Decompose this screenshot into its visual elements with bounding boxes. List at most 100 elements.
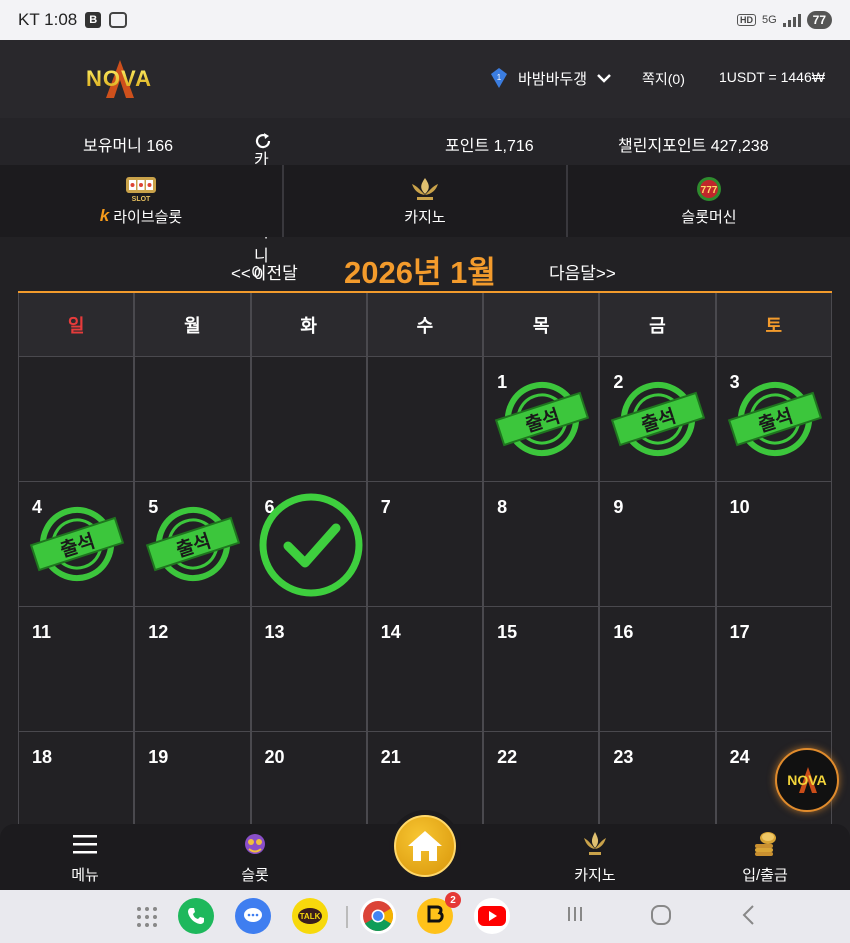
attendance-stamp-icon: 출석: [494, 382, 590, 456]
level-badge-icon: 1: [491, 68, 507, 88]
tab-live-slot[interactable]: SLOT k 라이브슬롯: [0, 165, 284, 237]
network-type: 5G: [761, 14, 777, 26]
nav-slot[interactable]: 슬롯: [210, 830, 300, 885]
home-button[interactable]: [389, 810, 461, 882]
calendar-empty-cell: [18, 357, 135, 482]
calendar-day[interactable]: 7: [366, 482, 484, 607]
calendar-day[interactable]: 8: [483, 482, 600, 607]
casino-money: 카지노머니 0: [254, 132, 272, 283]
chevron-down-icon: [597, 74, 611, 83]
day-number: 13: [264, 622, 285, 642]
day-number: 10: [729, 497, 750, 517]
notification-badge: 2: [445, 892, 461, 908]
calendar-day[interactable]: 1 출석: [483, 357, 600, 482]
recent-apps-icon[interactable]: [565, 904, 585, 924]
weekday-label: 금: [599, 293, 716, 357]
calendar-day[interactable]: 12: [134, 607, 251, 732]
battery-level: 77: [806, 11, 832, 29]
777-slot-icon: 777: [697, 176, 721, 201]
nav-label: 입/출금: [742, 867, 788, 884]
messages-icon[interactable]: [235, 898, 271, 934]
money-bar: 보유머니 166 카지노머니 0 포인트 1,716 챌린지포인트 427,23…: [0, 118, 850, 283]
day-number: 9: [613, 497, 624, 517]
nav-label: 슬롯: [241, 867, 269, 884]
weekday-label: 월: [134, 293, 251, 357]
tab-label: 카지노: [404, 208, 446, 226]
hamburger-icon: [73, 835, 97, 854]
nav-deposit[interactable]: 입/출금: [720, 830, 810, 885]
app-drawer-icon[interactable]: [136, 906, 158, 928]
kakaotalk-icon[interactable]: TALK: [292, 898, 328, 934]
point: 포인트 1,716: [445, 138, 534, 155]
day-number: 18: [32, 747, 53, 767]
calendar-day[interactable]: 14: [366, 607, 484, 732]
calendar-empty-cell: [134, 357, 251, 482]
tab-slot-machine[interactable]: 777 슬롯머신: [568, 165, 850, 237]
usdt-rate: 1USDT = 1446₩: [719, 69, 825, 85]
calendar-day[interactable]: 4 출석: [18, 482, 135, 607]
attendance-stamp-icon: 출석: [727, 382, 822, 456]
b-notification-icon: B: [85, 12, 102, 28]
prev-month-button[interactable]: <<이전달: [231, 259, 298, 284]
youtube-icon[interactable]: [474, 898, 510, 934]
chrome-icon[interactable]: [360, 898, 396, 934]
username: 바밤바두갱: [518, 70, 588, 88]
calendar-day[interactable]: 17: [715, 607, 832, 732]
calendar-day[interactable]: 2 출석: [599, 357, 716, 482]
day-number: 21: [380, 747, 401, 767]
home-icon: [408, 831, 442, 861]
nav-casino[interactable]: 카지노: [550, 830, 640, 885]
b-app-icon[interactable]: 2: [417, 892, 461, 934]
svg-text:777: 777: [701, 185, 718, 196]
phone-icon[interactable]: [178, 898, 214, 934]
calendar-day[interactable]: 5 출석: [134, 482, 251, 607]
calendar-day[interactable]: 9: [599, 482, 716, 607]
home-nav-icon[interactable]: [650, 904, 672, 926]
attendance-calendar: 일월화수목금토 1 출석 2 출석 3 출석 4 출석 5 출석 6 7 8 9 10 11 12 13 14 15 1…: [18, 291, 832, 857]
calendar-day[interactable]: 10: [715, 482, 832, 607]
svg-text:TALK: TALK: [300, 912, 321, 921]
user-menu[interactable]: 1 바밤바두갱: [490, 67, 611, 89]
calendar-day[interactable]: 3 출석: [715, 357, 832, 482]
weekday-label: 목: [483, 293, 600, 357]
challenge-point: 챌린지포인트 427,238: [618, 138, 769, 155]
svg-text:NOVA: NOVA: [86, 66, 152, 91]
calendar-day[interactable]: 15: [483, 607, 600, 732]
calendar-empty-cell: [250, 357, 367, 482]
floating-logo-button[interactable]: NOVA: [775, 748, 839, 812]
weekday-label: 일: [18, 293, 135, 357]
tab-casino[interactable]: 카지노: [284, 165, 568, 237]
nova-logo[interactable]: NOVA: [74, 54, 164, 104]
svg-text:NOVA: NOVA: [787, 772, 826, 788]
k-mark-icon: k: [99, 206, 110, 225]
calendar-empty-cell: [366, 357, 484, 482]
attendance-stamp-icon: 출석: [29, 507, 125, 581]
day-number: 19: [148, 747, 169, 767]
next-month-button[interactable]: 다음달>>: [549, 259, 616, 284]
day-number: 20: [264, 747, 285, 767]
carrier-time: KT 1:08: [18, 10, 78, 29]
messages-link[interactable]: 쪽지(0): [642, 69, 685, 89]
calendar-day[interactable]: 16: [599, 607, 716, 732]
tab-label: 슬롯머신: [681, 208, 737, 226]
day-number: 14: [380, 622, 401, 642]
casino-crown-icon: [584, 832, 606, 855]
site-header: NOVA 1 바밤바두갱 쪽지(0) 1USDT = 1446₩: [0, 40, 850, 118]
calendar-day[interactable]: 11: [18, 607, 135, 732]
status-bar: KT 1:08 B HD 5G 77: [0, 0, 850, 40]
calendar-day[interactable]: 13: [250, 607, 367, 732]
weekday-label: 수: [366, 293, 484, 357]
back-icon[interactable]: [740, 904, 756, 926]
calendar-day[interactable]: 6: [250, 482, 367, 607]
weekday-label: 토: [715, 293, 832, 357]
slot-character-icon: [245, 834, 265, 854]
nova-logo-small: NOVA: [787, 767, 827, 793]
day-number: 8: [497, 497, 508, 517]
day-number: 7: [380, 497, 391, 517]
signal-icon: [782, 13, 801, 27]
android-nav-bar: TALK 2: [0, 890, 850, 943]
day-number: 12: [148, 622, 169, 642]
day-number: 24: [729, 747, 750, 767]
day-number: 15: [497, 622, 518, 642]
nav-menu[interactable]: 메뉴: [40, 830, 130, 885]
